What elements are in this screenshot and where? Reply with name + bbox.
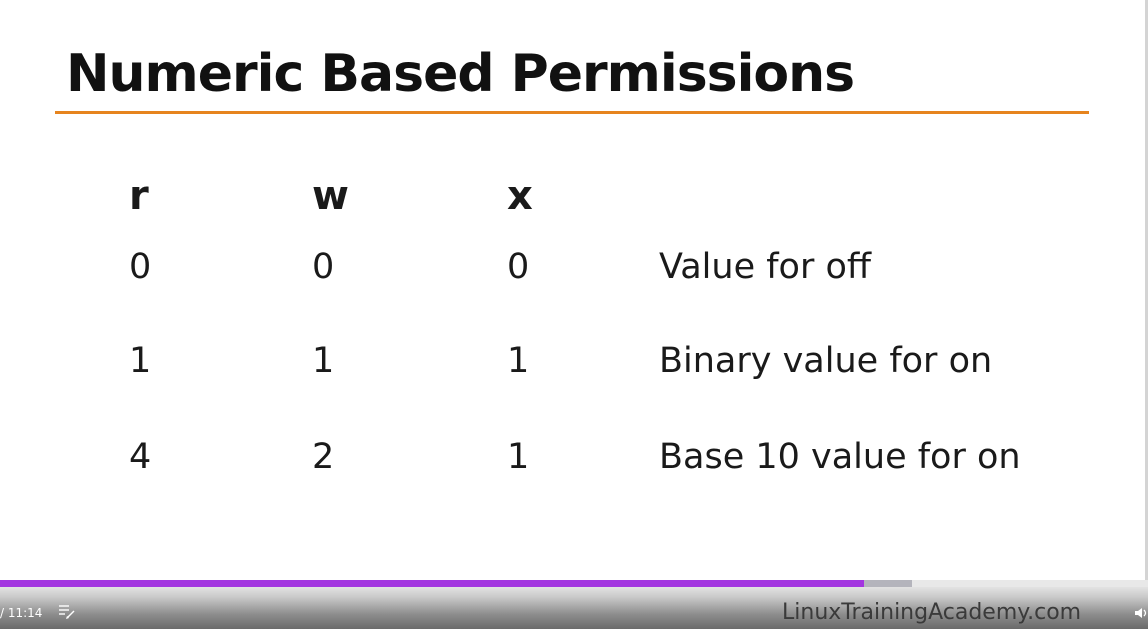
speaker-icon[interactable] [1134,605,1148,619]
row2-x-value: 1 [507,341,530,381]
header-x: x [507,173,533,219]
title-underline [55,111,1089,114]
row1-x-value: 0 [507,247,530,287]
played-progress [0,580,865,587]
progress-bar[interactable] [0,580,1148,587]
row2-w-value: 1 [312,341,335,381]
row1-r-value: 0 [129,247,152,287]
row1-description: Value for off [659,247,872,287]
row3-description: Base 10 value for on [659,437,1021,477]
notes-edit-icon[interactable] [58,604,76,620]
time-display: / 11:14 [0,606,43,620]
row3-w-value: 2 [312,437,335,477]
header-w: w [312,173,349,219]
row1-w-value: 0 [312,247,335,287]
slide-title: Numeric Based Permissions [66,44,855,104]
row3-x-value: 1 [507,437,530,477]
header-r: r [129,173,149,219]
brand-watermark: LinuxTrainingAcademy.com [782,600,1082,625]
video-player-controls: / 11:14 LinuxTrainingAcademy.com [0,580,1148,629]
row2-r-value: 1 [129,341,152,381]
row3-r-value: 4 [129,437,152,477]
row2-description: Binary value for on [659,341,993,381]
slide: Numeric Based Permissions r w x 0 0 0 Va… [0,0,1148,580]
